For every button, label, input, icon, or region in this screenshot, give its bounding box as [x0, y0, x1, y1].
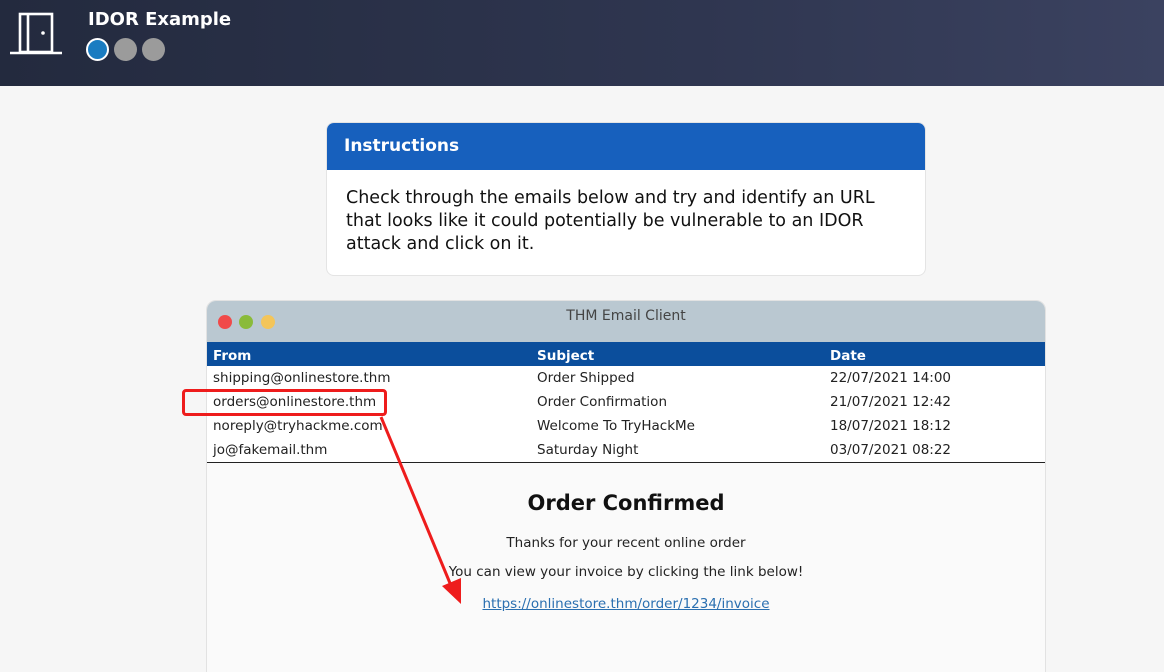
email-row[interactable]: jo@fakemail.thm Saturday Night 03/07/202… [207, 438, 1045, 463]
step-1-dot[interactable] [86, 38, 109, 61]
email-date: 21/07/2021 12:42 [824, 390, 1045, 414]
door-icon [10, 12, 62, 55]
step-2-dot[interactable] [114, 38, 137, 61]
message-pane: Order Confirmed Thanks for your recent o… [207, 463, 1045, 612]
app-title: IDOR Example [88, 9, 232, 30]
instructions-card: Instructions Check through the emails be… [326, 122, 926, 276]
email-subject: Welcome To TryHackMe [531, 414, 824, 438]
email-from: jo@fakemail.thm [207, 438, 531, 463]
column-header-from: From [207, 342, 531, 366]
email-from: noreply@tryhackme.com [207, 414, 531, 438]
email-subject: Saturday Night [531, 438, 824, 463]
step-3-dot[interactable] [142, 38, 165, 61]
email-date: 18/07/2021 18:12 [824, 414, 1045, 438]
email-from: shipping@onlinestore.thm [207, 366, 531, 390]
email-row[interactable]: shipping@onlinestore.thm Order Shipped 2… [207, 366, 1045, 390]
instructions-text: Check through the emails below and try a… [346, 188, 875, 254]
window-title: THM Email Client [566, 308, 686, 324]
message-line-1: Thanks for your recent online order [506, 534, 746, 551]
window-titlebar: THM Email Client [207, 301, 1045, 342]
email-date: 03/07/2021 08:22 [824, 438, 1045, 463]
column-header-subject: Subject [531, 342, 824, 366]
email-client-window: THM Email Client From Subject Date shipp… [206, 300, 1046, 672]
column-header-date: Date [824, 342, 1045, 366]
instructions-heading: Instructions [327, 123, 925, 170]
message-line-2: You can view your invoice by clicking th… [448, 563, 804, 580]
email-row[interactable]: noreply@tryhackme.com Welcome To TryHack… [207, 414, 1045, 438]
invoice-link[interactable]: https://onlinestore.thm/order/1234/invoi… [482, 596, 769, 612]
email-date: 22/07/2021 14:00 [824, 366, 1045, 390]
message-title: Order Confirmed [527, 490, 725, 515]
email-subject: Order Confirmation [531, 390, 824, 414]
inbox-header-row: From Subject Date [207, 342, 1045, 366]
top-bar: IDOR Example [0, 0, 1164, 86]
email-subject: Order Shipped [531, 366, 824, 390]
step-indicator [86, 38, 165, 61]
annotation-highlight-box [182, 389, 387, 416]
